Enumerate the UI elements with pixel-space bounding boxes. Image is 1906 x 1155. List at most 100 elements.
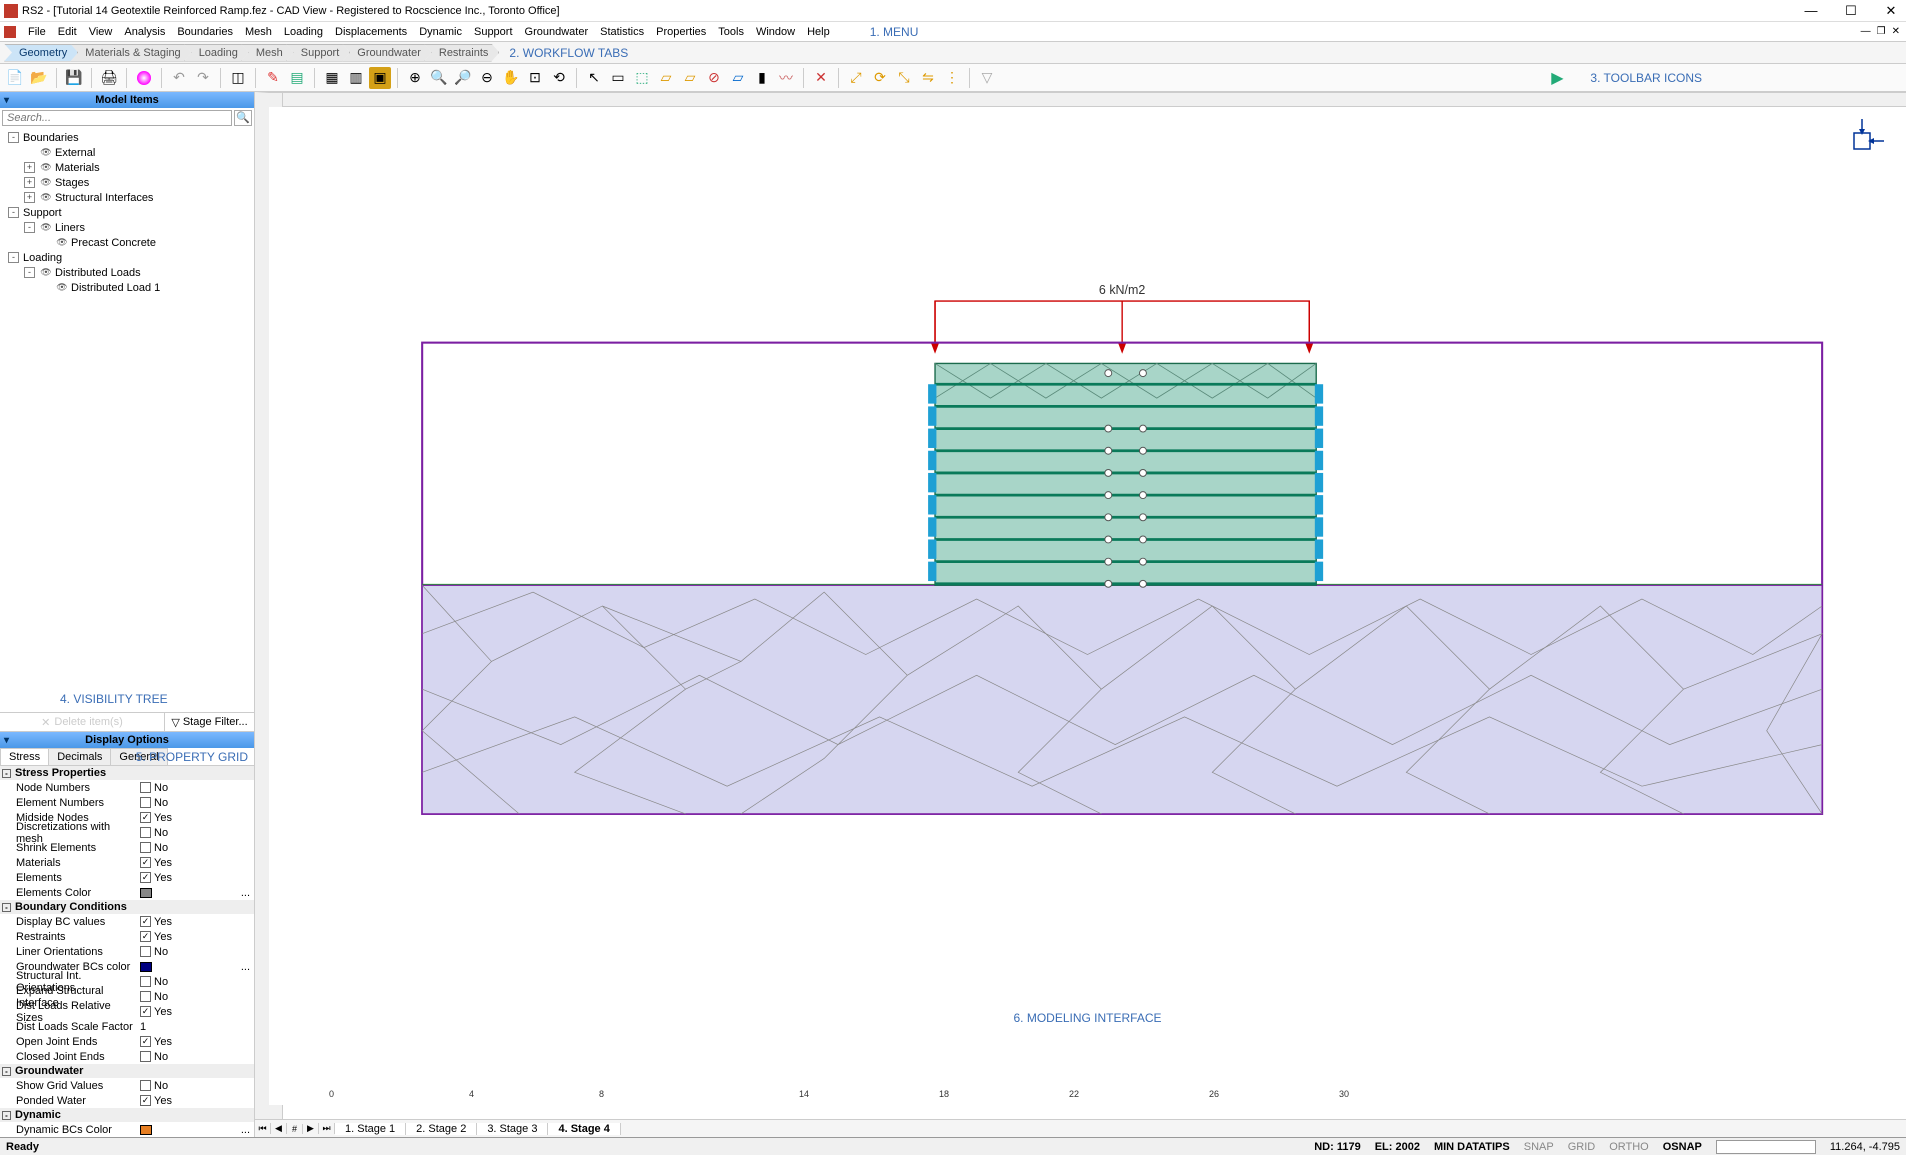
workflow-tab-loading[interactable]: Loading (184, 44, 249, 62)
stage-filter-button[interactable]: ▽Stage Filter... (164, 713, 254, 731)
viewport[interactable]: 6 kN/m2 (269, 107, 1906, 1105)
collapse-display-icon[interactable]: ▾ (4, 733, 9, 749)
status-ortho[interactable]: ORTHO (1609, 1141, 1649, 1153)
color-swatch[interactable] (140, 888, 152, 898)
visibility-eye-icon[interactable]: 👁 (55, 237, 69, 248)
search-input[interactable] (2, 110, 232, 126)
visibility-eye-icon[interactable]: 👁 (55, 282, 69, 293)
prop-row[interactable]: Restraints✓Yes (0, 929, 254, 944)
close-button[interactable]: ✕ (1880, 3, 1902, 19)
zoom-window-icon[interactable]: ⊖ (476, 67, 498, 89)
menu-file[interactable]: File (22, 24, 52, 40)
menu-view[interactable]: View (83, 24, 119, 40)
tree-expand-icon[interactable]: - (24, 222, 35, 233)
checkbox[interactable]: ✓ (140, 1006, 151, 1017)
modeling-interface[interactable]: 6 kN/m2 (255, 92, 1906, 1137)
status-osnap[interactable]: OSNAP (1663, 1141, 1702, 1153)
visibility-eye-icon[interactable]: 👁 (39, 222, 53, 233)
prop-group[interactable]: -Stress Properties (0, 766, 254, 780)
foundation-mesh[interactable] (422, 585, 1822, 814)
prop-row[interactable]: Open Joint Ends✓Yes (0, 1034, 254, 1049)
tree-node[interactable]: 👁External (4, 145, 250, 160)
stage-prev-icon[interactable]: ◀ (271, 1123, 287, 1134)
visibility-eye-icon[interactable]: 👁 (39, 192, 53, 203)
group-collapse-icon[interactable]: - (2, 1067, 11, 1076)
ellipsis-button[interactable]: ... (241, 961, 254, 973)
checkbox[interactable] (140, 842, 151, 853)
prop-row[interactable]: Dist Loads Scale Factor1 (0, 1019, 254, 1034)
property-grid[interactable]: -Stress PropertiesNode NumbersNoElement … (0, 766, 254, 1137)
array-icon[interactable]: ⋮ (941, 67, 963, 89)
stage-num-icon[interactable]: # (287, 1124, 303, 1134)
open-file-icon[interactable]: 📂 (28, 67, 50, 89)
prop-group[interactable]: -Dynamic (0, 1108, 254, 1122)
stage-last-icon[interactable]: ⏭ (319, 1123, 335, 1134)
prop-row[interactable]: Shrink ElementsNo (0, 840, 254, 855)
menu-window[interactable]: Window (750, 24, 801, 40)
workflow-tab-materials-staging[interactable]: Materials & Staging (70, 44, 191, 62)
prop-row[interactable]: Dynamic BCs Color... (0, 1122, 254, 1137)
prop-row[interactable]: Display BC values✓Yes (0, 914, 254, 929)
menu-analysis[interactable]: Analysis (118, 24, 171, 40)
menu-dynamic[interactable]: Dynamic (413, 24, 468, 40)
checkbox[interactable]: ✓ (140, 812, 151, 823)
rect-select-icon[interactable]: ▭ (607, 67, 629, 89)
results-icon[interactable]: ▣ (369, 67, 391, 89)
menu-mesh[interactable]: Mesh (239, 24, 278, 40)
workflow-tab-groundwater[interactable]: Groundwater (342, 44, 432, 62)
zoom-extents-icon[interactable]: ⊕ (404, 67, 426, 89)
checkbox[interactable] (140, 1051, 151, 1062)
checkbox[interactable] (140, 797, 151, 808)
checkbox[interactable] (140, 827, 151, 838)
checkbox[interactable] (140, 782, 151, 793)
prop-row[interactable]: Liner OrientationsNo (0, 944, 254, 959)
zoom-previous-icon[interactable]: ⟲ (548, 67, 570, 89)
tree-node[interactable]: -👁Liners (4, 220, 250, 235)
tree-node[interactable]: +👁Structural Interfaces (4, 190, 250, 205)
save-icon[interactable]: 💾 (63, 67, 85, 89)
table-icon[interactable]: ▥ (345, 67, 367, 89)
tree-expand-icon[interactable]: + (24, 177, 35, 188)
menu-support[interactable]: Support (468, 24, 519, 40)
menu-help[interactable]: Help (801, 24, 836, 40)
minimize-button[interactable]: — (1800, 3, 1822, 19)
mdi-close-icon[interactable]: ✕ (1892, 26, 1900, 37)
workflow-tab-restraints[interactable]: Restraints (424, 44, 500, 62)
tree-expand-icon[interactable]: - (24, 267, 35, 278)
add-piezo-icon[interactable]: ▱ (727, 67, 749, 89)
color-wheel-icon[interactable] (133, 67, 155, 89)
tree-expand-icon[interactable]: - (8, 252, 19, 263)
menu-properties[interactable]: Properties (650, 24, 712, 40)
color-swatch[interactable] (140, 962, 152, 972)
group-collapse-icon[interactable]: - (2, 769, 11, 778)
compute-icon[interactable]: ▶ (1546, 67, 1568, 89)
menu-tools[interactable]: Tools (712, 24, 750, 40)
checkbox[interactable]: ✓ (140, 931, 151, 942)
workflow-tab-support[interactable]: Support (286, 44, 351, 62)
split-view-icon[interactable]: ◫ (227, 67, 249, 89)
scale-icon[interactable]: ⤡ (893, 67, 915, 89)
tree-node[interactable]: +👁Materials (4, 160, 250, 175)
prop-row[interactable]: Closed Joint EndsNo (0, 1049, 254, 1064)
tree-expand-icon[interactable]: - (8, 207, 19, 218)
tree-node[interactable]: -Support (4, 205, 250, 220)
status-min-datatips[interactable]: MIN DATATIPS (1434, 1141, 1510, 1153)
select-icon[interactable]: ↖ (583, 67, 605, 89)
prop-row[interactable]: Elements✓Yes (0, 870, 254, 885)
visibility-eye-icon[interactable]: 👁 (39, 162, 53, 173)
prop-group[interactable]: -Groundwater (0, 1064, 254, 1078)
tree-node[interactable]: -Loading (4, 250, 250, 265)
maximize-button[interactable]: ☐ (1840, 3, 1862, 19)
visibility-eye-icon[interactable]: 👁 (39, 177, 53, 188)
tree-node[interactable]: +👁Stages (4, 175, 250, 190)
menu-statistics[interactable]: Statistics (594, 24, 650, 40)
coord-input[interactable] (1716, 1140, 1816, 1154)
checkbox[interactable]: ✓ (140, 1036, 151, 1047)
print-icon[interactable]: 🖨 (98, 67, 120, 89)
add-excavation-icon[interactable]: ▱ (679, 67, 701, 89)
prop-group[interactable]: -Boundary Conditions (0, 900, 254, 914)
prop-row[interactable]: Materials✓Yes (0, 855, 254, 870)
checkbox[interactable]: ✓ (140, 872, 151, 883)
tree-expand-icon[interactable]: - (8, 132, 19, 143)
tree-node[interactable]: 👁Precast Concrete (4, 235, 250, 250)
